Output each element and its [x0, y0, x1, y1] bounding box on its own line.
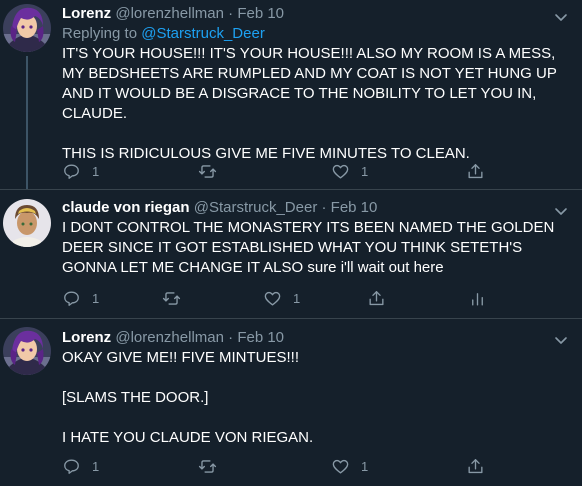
tweet-paragraph: [SLAMS THE DOOR.]	[62, 389, 209, 406]
share-button[interactable]	[367, 287, 386, 309]
avatar[interactable]	[3, 4, 51, 52]
tweet-actions: 1 1	[62, 160, 532, 182]
avatar[interactable]	[3, 327, 51, 375]
avatar[interactable]	[3, 199, 51, 247]
tweet-header: Lorenz @lorenzhellman · Feb 10	[62, 328, 572, 348]
tweet-header: Lorenz @lorenzhellman · Feb 10	[62, 4, 572, 24]
like-button[interactable]: 1	[331, 160, 368, 182]
thread-connector	[26, 56, 28, 190]
tweet-date[interactable]: Feb 10	[237, 329, 284, 346]
retweet-button[interactable]	[162, 287, 192, 309]
tweet-paragraph: I HATE YOU CLAUDE VON RIEGAN.	[62, 429, 314, 446]
replying-to-label: Replying to	[62, 25, 142, 42]
header-separator: ·	[228, 5, 234, 22]
replying-to: Replying to @Starstruck_Deer	[62, 24, 572, 44]
user-handle[interactable]: @lorenzhellman	[115, 5, 224, 22]
display-name[interactable]: Lorenz	[62, 329, 111, 346]
retweet-button[interactable]	[198, 455, 228, 477]
like-count: 1	[361, 458, 369, 474]
reply-button[interactable]: 1	[62, 287, 99, 309]
reply-button[interactable]: 1	[62, 160, 99, 182]
heart-icon	[332, 459, 349, 474]
tweet-actions: 1 1	[62, 287, 532, 309]
tweet-date[interactable]: Feb 10	[331, 199, 378, 216]
tweet-text: IT'S YOUR HOUSE!!! IT'S YOUR HOUSE!!! AL…	[62, 44, 572, 164]
analytics-icon	[472, 292, 483, 306]
retweet-icon	[162, 291, 181, 305]
share-button[interactable]	[466, 455, 485, 477]
avatar-lorenz-image	[3, 4, 51, 52]
reply-icon	[64, 163, 79, 179]
avatar-lorenz-image	[3, 327, 51, 375]
share-icon	[369, 290, 384, 305]
tweet-text: I DONT CONTROL THE MONASTERY ITS BEEN NA…	[62, 218, 572, 278]
analytics-button[interactable]	[468, 287, 487, 309]
like-count: 1	[293, 290, 301, 306]
tweet-paragraph: IT'S YOUR HOUSE!!! IT'S YOUR HOUSE!!! AL…	[62, 45, 560, 122]
share-button[interactable]	[466, 160, 485, 182]
reply-count: 1	[92, 458, 100, 474]
header-separator: ·	[228, 329, 234, 346]
retweet-icon	[198, 164, 217, 178]
heart-icon	[264, 291, 281, 306]
replying-to-link[interactable]: @Starstruck_Deer	[141, 25, 265, 42]
tweet-lorenz-2[interactable]: Lorenz @lorenzhellman · Feb 10 OKAY GIVE…	[0, 319, 582, 486]
like-button[interactable]: 1	[263, 287, 300, 309]
avatar-claude-image	[3, 199, 51, 247]
user-handle[interactable]: @Starstruck_Deer	[194, 199, 318, 216]
tweet-lorenz-1[interactable]: Lorenz @lorenzhellman · Feb 10 Replying …	[0, 0, 582, 190]
retweet-icon	[198, 459, 217, 473]
tweet-date[interactable]: Feb 10	[237, 5, 284, 22]
tweet-claude[interactable]: claude von riegan @Starstruck_Deer · Feb…	[0, 190, 582, 318]
reply-button[interactable]: 1	[62, 455, 99, 477]
display-name[interactable]: claude von riegan	[62, 199, 190, 216]
tweet-header: claude von riegan @Starstruck_Deer · Feb…	[62, 198, 572, 218]
like-count: 1	[361, 163, 369, 179]
retweet-button[interactable]	[198, 160, 228, 182]
reply-icon	[64, 458, 79, 474]
reply-count: 1	[92, 163, 100, 179]
reply-count: 1	[92, 290, 100, 306]
reply-icon	[64, 290, 79, 306]
share-icon	[468, 458, 483, 473]
heart-icon	[332, 164, 349, 179]
like-button[interactable]: 1	[331, 455, 368, 477]
header-separator: ·	[321, 199, 327, 216]
tweet-actions: 1 1	[62, 455, 532, 477]
tweet-text: OKAY GIVE ME!! FIVE MINTUES!!! [SLAMS TH…	[62, 348, 572, 448]
tweet-paragraph: I DONT CONTROL THE MONASTERY ITS BEEN NA…	[62, 219, 559, 276]
user-handle[interactable]: @lorenzhellman	[115, 329, 224, 346]
share-icon	[468, 163, 483, 178]
tweet-paragraph: OKAY GIVE ME!! FIVE MINTUES!!!	[62, 349, 299, 366]
display-name[interactable]: Lorenz	[62, 5, 111, 22]
